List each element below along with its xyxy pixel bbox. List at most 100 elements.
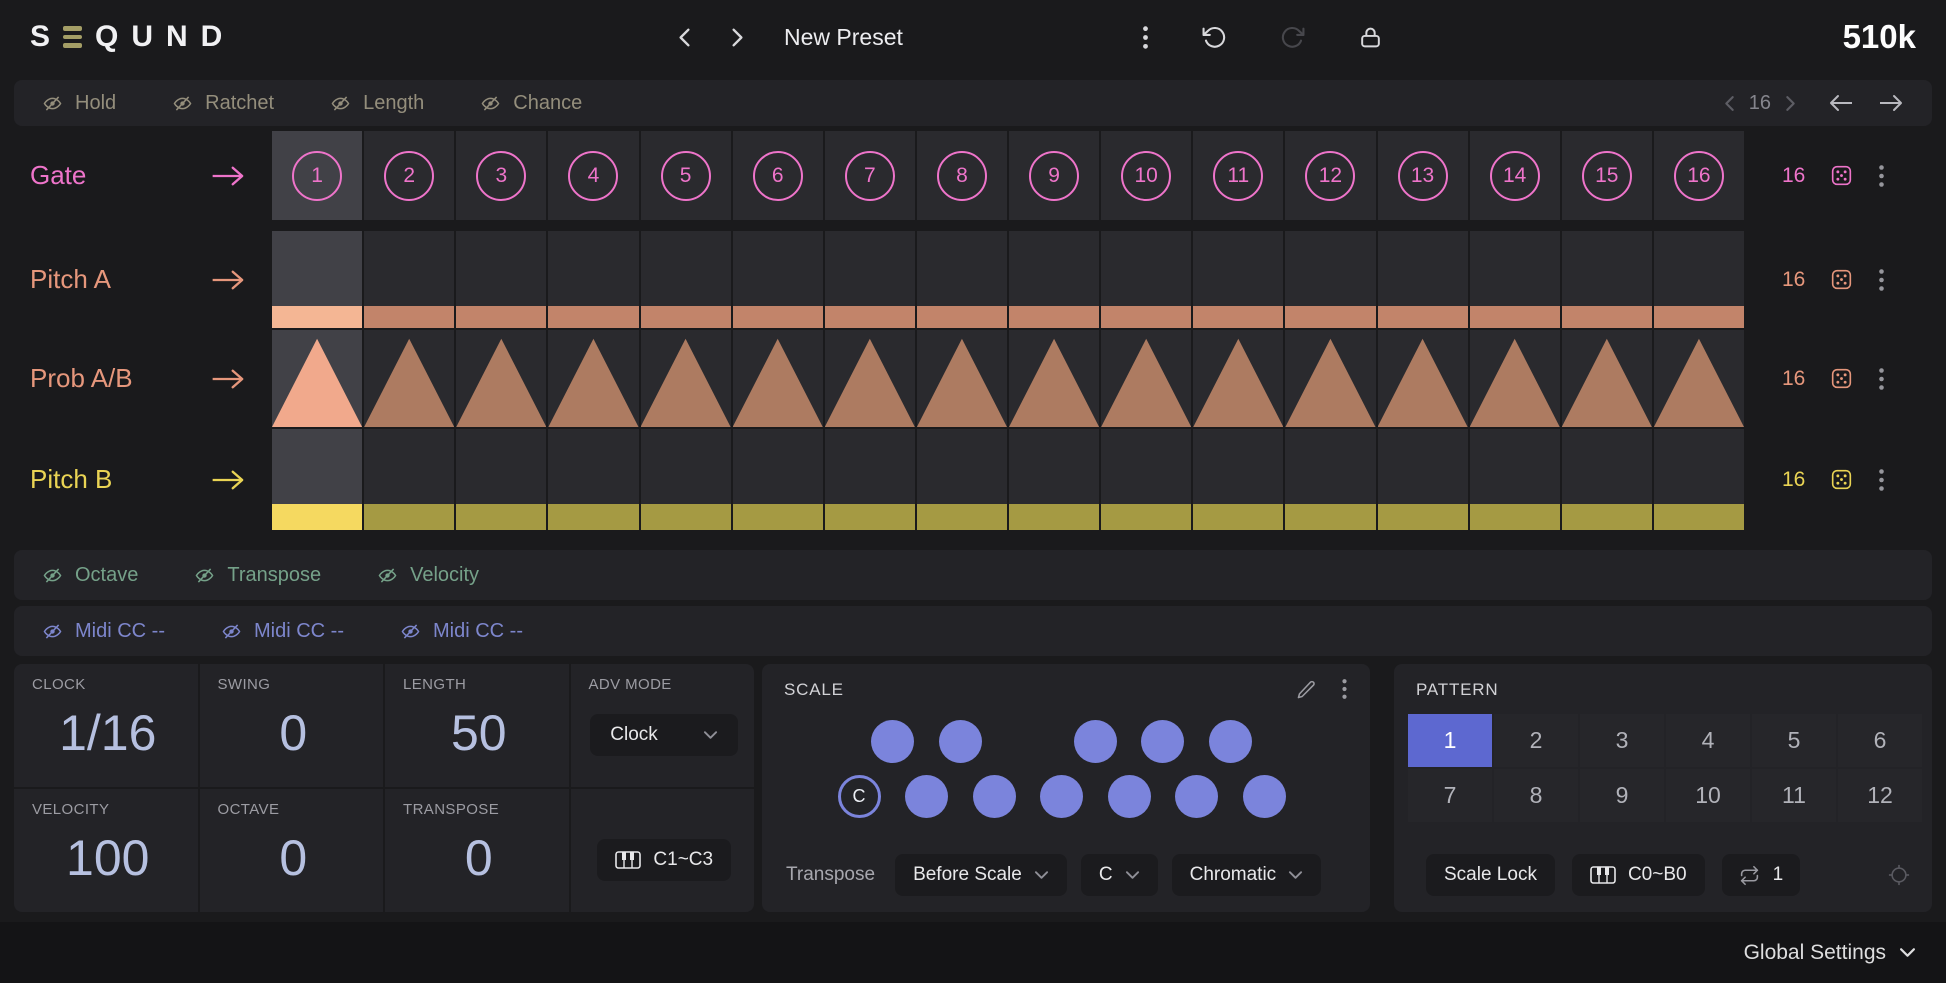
pattern-slot-1[interactable]: 1 <box>1408 714 1492 767</box>
step-cell-gate-12[interactable]: 12 <box>1285 131 1375 220</box>
step-cell-pitch-b-10[interactable] <box>1101 429 1191 530</box>
step-cell-gate-14[interactable]: 14 <box>1470 131 1560 220</box>
lane-toggle-transpose[interactable]: Transpose <box>194 564 321 587</box>
pattern-slot-9[interactable]: 9 <box>1580 769 1664 822</box>
step-cell-pitch-b-14[interactable] <box>1470 429 1560 530</box>
step-cell-prob-ab-2[interactable] <box>364 330 454 427</box>
transpose-mode-dropdown[interactable]: Before Scale <box>895 854 1067 896</box>
row-randomize-dice-icon[interactable] <box>1830 468 1853 491</box>
step-cell-gate-7[interactable]: 7 <box>825 131 915 220</box>
step-cell-prob-ab-16[interactable] <box>1654 330 1744 427</box>
scale-lock-button[interactable]: Scale Lock <box>1426 854 1555 896</box>
preset-menu-button[interactable] <box>1142 25 1149 50</box>
param-value[interactable]: 1/16 <box>59 704 156 762</box>
step-cell-pitch-b-8[interactable] <box>917 429 1007 530</box>
lane-toggle-ratchet[interactable]: Ratchet <box>172 92 274 115</box>
step-cell-prob-ab-15[interactable] <box>1562 330 1652 427</box>
param-value[interactable]: 0 <box>465 829 493 887</box>
param-value[interactable]: 0 <box>279 829 307 887</box>
row-step-count[interactable]: 16 <box>1782 268 1805 292</box>
key-range-c0-b0-button[interactable]: C0~B0 <box>1572 854 1705 896</box>
step-cell-prob-ab-3[interactable] <box>456 330 546 427</box>
shift-left-button[interactable] <box>1828 93 1854 113</box>
row-randomize-dice-icon[interactable] <box>1830 164 1853 187</box>
global-settings-button[interactable]: Global Settings <box>1744 941 1916 965</box>
row-direction-arrow-icon[interactable] <box>210 366 246 392</box>
step-cell-pitch-b-15[interactable] <box>1562 429 1652 530</box>
scale-key-d[interactable] <box>905 775 948 818</box>
step-cell-pitch-b-4[interactable] <box>548 429 638 530</box>
pattern-slot-4[interactable]: 4 <box>1666 714 1750 767</box>
step-cell-pitch-a-10[interactable] <box>1101 231 1191 328</box>
scale-key-f[interactable] <box>1040 775 1083 818</box>
step-cell-pitch-a-12[interactable] <box>1285 231 1375 328</box>
step-cell-gate-1[interactable]: 1 <box>272 131 362 220</box>
scale-key-f-sharp[interactable] <box>1074 720 1117 763</box>
row-menu-kebab-icon[interactable] <box>1878 468 1885 492</box>
undo-button[interactable] <box>1202 25 1227 50</box>
pattern-slot-6[interactable]: 6 <box>1838 714 1922 767</box>
step-cell-gate-6[interactable]: 6 <box>733 131 823 220</box>
step-cell-pitch-a-5[interactable] <box>641 231 731 328</box>
step-cell-pitch-a-2[interactable] <box>364 231 454 328</box>
lane-toggle-midi-midi-cc-2[interactable]: Midi CC -- <box>221 620 344 643</box>
step-cell-gate-10[interactable]: 10 <box>1101 131 1191 220</box>
key-range-c1-c3-button[interactable]: C1~C3 <box>597 839 731 881</box>
lane-toggle-length[interactable]: Length <box>330 92 424 115</box>
step-cell-pitch-b-3[interactable] <box>456 429 546 530</box>
step-cell-gate-4[interactable]: 4 <box>548 131 638 220</box>
step-cell-pitch-b-9[interactable] <box>1009 429 1099 530</box>
row-step-count[interactable]: 16 <box>1782 367 1805 391</box>
scale-key-g[interactable] <box>1108 775 1151 818</box>
pattern-slot-7[interactable]: 7 <box>1408 769 1492 822</box>
prev-preset-button[interactable] <box>678 27 691 48</box>
step-cell-gate-11[interactable]: 11 <box>1193 131 1283 220</box>
scale-key-c[interactable]: C <box>838 775 881 818</box>
lane-toggle-octave[interactable]: Octave <box>42 564 138 587</box>
scale-type-dropdown[interactable]: Chromatic <box>1172 854 1322 896</box>
step-cell-pitch-b-13[interactable] <box>1378 429 1468 530</box>
pattern-slot-12[interactable]: 12 <box>1838 769 1922 822</box>
row-menu-kebab-icon[interactable] <box>1878 268 1885 292</box>
preset-name[interactable]: New Preset <box>784 24 903 51</box>
step-cell-prob-ab-11[interactable] <box>1193 330 1283 427</box>
step-cell-gate-5[interactable]: 5 <box>641 131 731 220</box>
pattern-slot-8[interactable]: 8 <box>1494 769 1578 822</box>
step-cell-prob-ab-12[interactable] <box>1285 330 1375 427</box>
step-cell-prob-ab-5[interactable] <box>641 330 731 427</box>
lane-toggle-midi-midi-cc-1[interactable]: Midi CC -- <box>42 620 165 643</box>
step-cell-gate-2[interactable]: 2 <box>364 131 454 220</box>
scale-key-e[interactable] <box>973 775 1016 818</box>
step-cell-pitch-a-9[interactable] <box>1009 231 1099 328</box>
step-cell-prob-ab-14[interactable] <box>1470 330 1560 427</box>
scale-key-a[interactable] <box>1175 775 1218 818</box>
follow-playhead-button[interactable] <box>1888 864 1910 886</box>
step-cell-prob-ab-13[interactable] <box>1378 330 1468 427</box>
step-cell-pitch-a-15[interactable] <box>1562 231 1652 328</box>
step-cell-prob-ab-1[interactable] <box>272 330 362 427</box>
page-next-button[interactable] <box>1785 95 1796 112</box>
step-cell-prob-ab-6[interactable] <box>733 330 823 427</box>
step-cell-gate-8[interactable]: 8 <box>917 131 1007 220</box>
pattern-repeat-control[interactable]: 1 <box>1722 854 1801 896</box>
step-cell-pitch-a-3[interactable] <box>456 231 546 328</box>
scale-key-g-sharp[interactable] <box>1141 720 1184 763</box>
step-cell-gate-15[interactable]: 15 <box>1562 131 1652 220</box>
pattern-slot-3[interactable]: 3 <box>1580 714 1664 767</box>
row-step-count[interactable]: 16 <box>1782 468 1805 492</box>
pattern-slot-2[interactable]: 2 <box>1494 714 1578 767</box>
step-cell-prob-ab-9[interactable] <box>1009 330 1099 427</box>
step-cell-pitch-a-4[interactable] <box>548 231 638 328</box>
pattern-slot-5[interactable]: 5 <box>1752 714 1836 767</box>
step-cell-gate-16[interactable]: 16 <box>1654 131 1744 220</box>
step-cell-gate-3[interactable]: 3 <box>456 131 546 220</box>
redo-button[interactable] <box>1280 25 1305 50</box>
scale-key-a-sharp[interactable] <box>1209 720 1252 763</box>
step-cell-prob-ab-7[interactable] <box>825 330 915 427</box>
row-menu-kebab-icon[interactable] <box>1878 367 1885 391</box>
step-cell-pitch-b-7[interactable] <box>825 429 915 530</box>
step-cell-pitch-a-7[interactable] <box>825 231 915 328</box>
next-preset-button[interactable] <box>731 27 744 48</box>
step-cell-pitch-b-1[interactable] <box>272 429 362 530</box>
step-cell-pitch-a-13[interactable] <box>1378 231 1468 328</box>
